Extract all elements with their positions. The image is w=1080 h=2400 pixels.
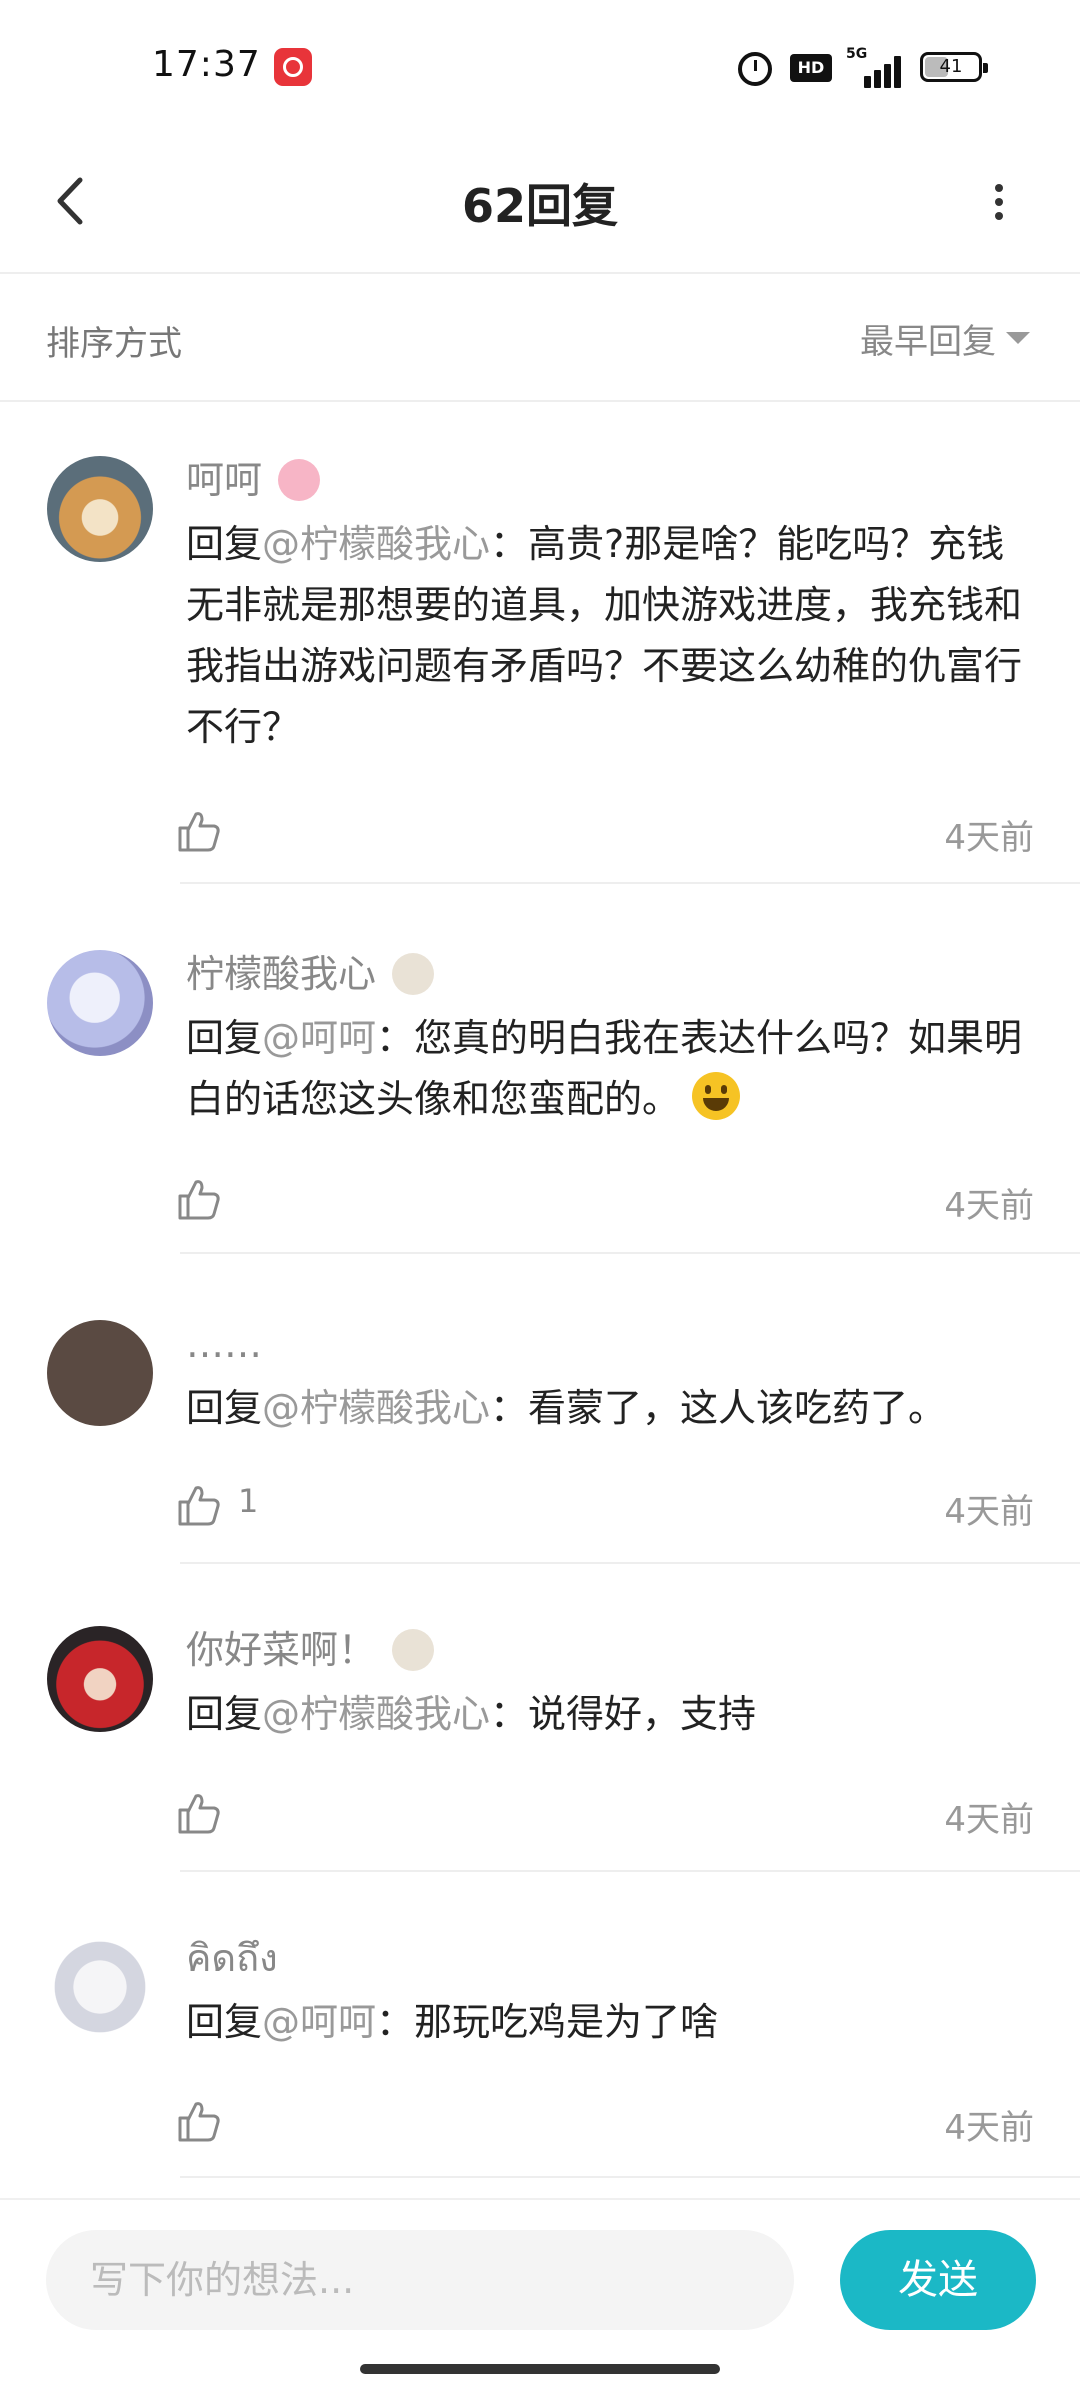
divider — [180, 882, 1080, 884]
divider — [180, 1252, 1080, 1254]
sort-bar: 排序方式 最早回复 — [0, 274, 1080, 402]
comment-input[interactable]: 写下你的想法... — [46, 2230, 794, 2330]
alarm-icon — [738, 52, 772, 86]
avatar[interactable] — [47, 1320, 153, 1426]
comment-author[interactable]: 柠檬酸我心 — [186, 946, 376, 1002]
thumbs-up-icon[interactable] — [176, 1176, 222, 1222]
comment-text: 回复@呵呵：那玩吃鸡是为了啥 — [186, 2000, 719, 2044]
status-bar: 17:37 HD 5G 41 — [0, 0, 1080, 130]
battery-level: 41 — [939, 56, 963, 77]
like-count: 1 — [238, 1482, 259, 1520]
thumbs-up-icon[interactable] — [176, 2098, 222, 2144]
mention-link[interactable]: @柠檬酸我心 — [262, 522, 490, 566]
signal-icon: 5G — [846, 46, 904, 88]
comment-time: 4天前 — [944, 2108, 1034, 2148]
comment-text: 回复@柠檬酸我心：高贵?那是啥？能吃吗？充钱无非就是那想要的道具，加快游戏进度，… — [186, 522, 1023, 749]
avatar[interactable] — [47, 1934, 153, 2040]
thumbs-up-icon[interactable] — [176, 808, 222, 854]
comment-author[interactable]: คิดถึง — [186, 1930, 278, 1986]
more-options-icon[interactable] — [980, 172, 1016, 232]
user-badge-icon — [392, 953, 435, 995]
caret-down-icon — [1006, 332, 1030, 344]
battery-icon: 41 — [920, 52, 988, 82]
avatar[interactable] — [47, 1626, 153, 1732]
comment-author[interactable]: 呵呵 — [186, 452, 262, 508]
home-indicator[interactable] — [360, 2364, 720, 2374]
comment-time: 4天前 — [944, 1492, 1034, 1532]
send-button[interactable]: 发送 — [840, 2230, 1036, 2330]
user-badge-icon — [392, 1629, 435, 1671]
divider — [180, 1562, 1080, 1564]
divider — [180, 2176, 1080, 2178]
mention-link[interactable]: @呵呵 — [262, 1016, 376, 1060]
mention-link[interactable]: @柠檬酸我心 — [262, 1692, 490, 1736]
comment-author[interactable]: 你好菜啊！ — [186, 1622, 376, 1678]
divider — [180, 1870, 1080, 1872]
avatar[interactable] — [47, 950, 153, 1056]
mention-link[interactable]: @呵呵 — [262, 2000, 376, 2044]
comment-text: 回复@柠檬酸我心：看蒙了，这人该吃药了。 — [186, 1386, 947, 1430]
thumbs-up-icon[interactable] — [176, 1790, 222, 1836]
status-time: 17:37 — [152, 44, 261, 85]
comment-text: 回复@呵呵：您真的明白我在表达什么吗？如果明白的话您这头像和您蛮配的。 — [186, 1016, 1023, 1121]
header: 62回复 — [0, 130, 1080, 274]
sort-label: 排序方式 — [46, 324, 182, 364]
comment-time: 4天前 — [944, 1186, 1034, 1226]
comment-time: 4天前 — [944, 1800, 1034, 1840]
music-app-icon — [274, 48, 312, 86]
sort-dropdown[interactable]: 最早回复 — [860, 316, 1030, 362]
comment-text: 回复@柠檬酸我心：说得好，支持 — [186, 1692, 757, 1736]
user-badge-icon — [278, 459, 321, 501]
comment-author[interactable]: …… — [186, 1316, 262, 1372]
avatar[interactable] — [47, 456, 153, 562]
hd-icon: HD — [790, 54, 832, 82]
smiley-emoji-icon — [692, 1072, 741, 1120]
comment-time: 4天前 — [944, 818, 1034, 858]
reply-input-bar: 写下你的想法... 发送 — [0, 2198, 1080, 2358]
mention-link[interactable]: @柠檬酸我心 — [262, 1386, 490, 1430]
page-title: 62回复 — [461, 179, 618, 233]
thumbs-up-icon[interactable] — [176, 1482, 222, 1528]
network-type-label: 5G — [846, 46, 868, 62]
sort-value: 最早回复 — [860, 321, 996, 362]
